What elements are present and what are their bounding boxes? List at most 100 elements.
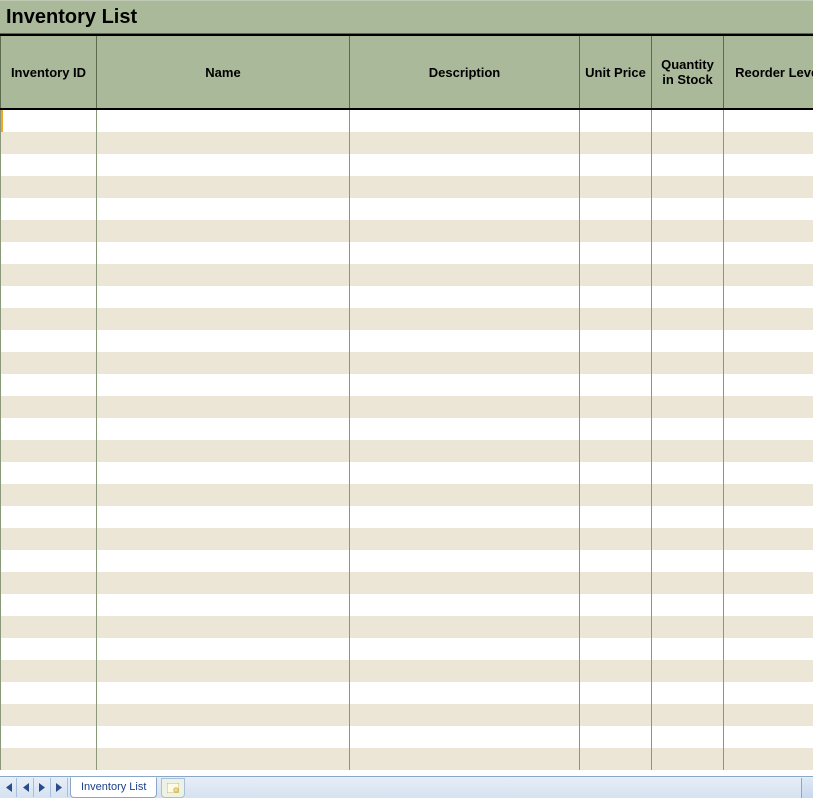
cell[interactable] (350, 638, 580, 660)
cell[interactable] (652, 308, 724, 330)
sheet-tab-inventory-list[interactable]: Inventory List (70, 777, 157, 798)
table-row[interactable] (1, 308, 813, 330)
cell[interactable] (97, 616, 350, 638)
cell[interactable] (1, 594, 97, 616)
table-row[interactable] (1, 198, 813, 220)
cell[interactable] (580, 638, 652, 660)
table-row[interactable] (1, 638, 813, 660)
cell[interactable] (724, 154, 813, 176)
cell[interactable] (350, 330, 580, 352)
cell[interactable] (97, 396, 350, 418)
cell[interactable] (724, 506, 813, 528)
cell[interactable] (1, 550, 97, 572)
cell[interactable] (97, 572, 350, 594)
col-header-inventory-id[interactable]: Inventory ID (1, 35, 97, 109)
cell[interactable] (97, 330, 350, 352)
cell[interactable] (652, 132, 724, 154)
cell[interactable] (580, 594, 652, 616)
cell[interactable] (350, 418, 580, 440)
cell[interactable] (580, 506, 652, 528)
cell[interactable] (1, 198, 97, 220)
cell[interactable] (97, 154, 350, 176)
cell[interactable] (1, 132, 97, 154)
table-row[interactable] (1, 132, 813, 154)
cell[interactable] (652, 638, 724, 660)
cell[interactable] (97, 726, 350, 748)
cell[interactable] (350, 616, 580, 638)
cell[interactable] (1, 352, 97, 374)
cell[interactable] (350, 308, 580, 330)
cell[interactable] (97, 220, 350, 242)
table-row[interactable] (1, 594, 813, 616)
cell[interactable] (97, 286, 350, 308)
cell[interactable] (1, 374, 97, 396)
cell[interactable] (652, 396, 724, 418)
cell[interactable] (1, 616, 97, 638)
horizontal-scrollbar[interactable] (801, 778, 813, 798)
cell[interactable] (97, 528, 350, 550)
cell[interactable] (580, 132, 652, 154)
cell[interactable] (724, 748, 813, 770)
cell[interactable] (97, 748, 350, 770)
cell[interactable] (97, 462, 350, 484)
cell[interactable] (350, 220, 580, 242)
cell[interactable] (652, 264, 724, 286)
cell[interactable] (350, 506, 580, 528)
cell[interactable] (724, 242, 813, 264)
cell[interactable] (350, 682, 580, 704)
cell[interactable] (350, 264, 580, 286)
cell[interactable] (724, 396, 813, 418)
cell[interactable] (724, 484, 813, 506)
cell[interactable] (1, 506, 97, 528)
cell[interactable] (652, 572, 724, 594)
table-row[interactable] (1, 374, 813, 396)
cell[interactable] (1, 396, 97, 418)
cell[interactable] (1, 462, 97, 484)
cell[interactable] (580, 264, 652, 286)
cell[interactable] (97, 660, 350, 682)
table-row[interactable] (1, 220, 813, 242)
cell[interactable] (724, 594, 813, 616)
cell[interactable] (724, 704, 813, 726)
cell[interactable] (580, 109, 652, 132)
table-row[interactable] (1, 440, 813, 462)
cell[interactable] (580, 682, 652, 704)
cell[interactable] (724, 462, 813, 484)
cell[interactable] (350, 594, 580, 616)
table-row[interactable] (1, 616, 813, 638)
cell[interactable] (97, 704, 350, 726)
table-row[interactable] (1, 704, 813, 726)
cell[interactable] (350, 242, 580, 264)
cell[interactable] (1, 264, 97, 286)
cell[interactable] (350, 198, 580, 220)
table-row[interactable] (1, 462, 813, 484)
cell[interactable] (1, 572, 97, 594)
cell[interactable] (724, 660, 813, 682)
cell[interactable] (97, 176, 350, 198)
cell[interactable] (652, 352, 724, 374)
cell[interactable] (580, 330, 652, 352)
cell[interactable] (724, 550, 813, 572)
cell[interactable] (652, 660, 724, 682)
cell[interactable] (724, 682, 813, 704)
cell[interactable] (350, 176, 580, 198)
cell[interactable] (652, 528, 724, 550)
cell[interactable] (652, 330, 724, 352)
cell[interactable] (724, 176, 813, 198)
cell[interactable] (350, 726, 580, 748)
cell[interactable] (97, 109, 350, 132)
cell[interactable] (580, 176, 652, 198)
cell[interactable] (97, 352, 350, 374)
cell[interactable] (350, 660, 580, 682)
cell[interactable] (350, 374, 580, 396)
cell[interactable] (580, 726, 652, 748)
cell[interactable] (350, 286, 580, 308)
cell[interactable] (350, 440, 580, 462)
table-row[interactable] (1, 330, 813, 352)
table-row[interactable] (1, 660, 813, 682)
cell[interactable] (1, 748, 97, 770)
table-row[interactable] (1, 506, 813, 528)
cell[interactable] (580, 198, 652, 220)
col-header-description[interactable]: Description (350, 35, 580, 109)
cell[interactable] (724, 352, 813, 374)
